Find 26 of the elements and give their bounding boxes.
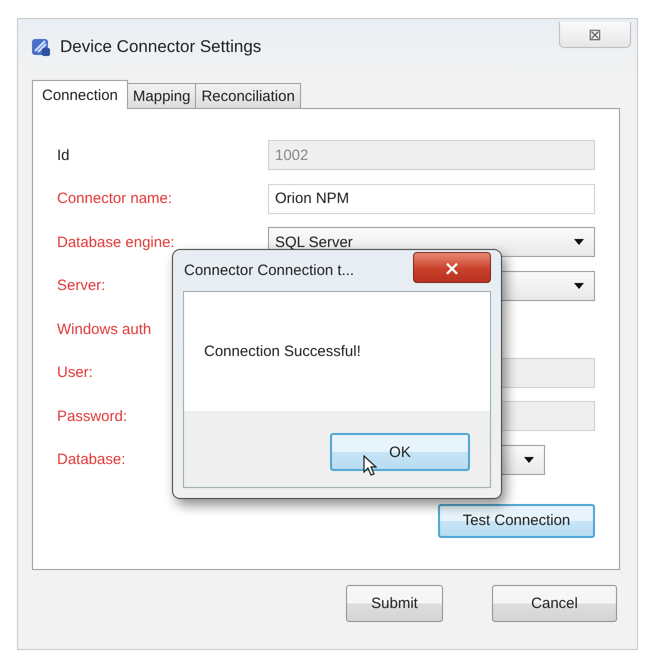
field-label: User: — [57, 364, 93, 381]
close-button[interactable]: ⊠ — [559, 22, 631, 48]
dialog-button[interactable]: Cancel — [492, 585, 617, 622]
dropdown-arrow-icon — [574, 282, 584, 288]
tab[interactable]: Mapping — [126, 83, 196, 108]
field-label: Windows auth — [57, 320, 152, 338]
window-title: Device Connector Settings — [60, 37, 262, 57]
field-label: Connector name: — [57, 190, 172, 207]
field-label: Id — [57, 146, 70, 164]
ok-button[interactable]: OK — [330, 433, 470, 471]
dialog-button[interactable]: Submit — [346, 585, 443, 622]
tab[interactable]: Connection — [32, 80, 128, 109]
dropdown-arrow-icon — [574, 239, 584, 245]
test-connection-button[interactable]: Test Connection — [438, 504, 595, 538]
dropdown-arrow-icon — [524, 456, 534, 462]
input-field[interactable]: Orion NPM — [268, 184, 595, 214]
field-label: Database engine: — [57, 234, 175, 250]
app-icon — [30, 36, 52, 58]
mouse-cursor-icon — [363, 455, 377, 477]
field-label: Server: — [57, 277, 106, 294]
field-label: Password: — [57, 408, 128, 424]
field-label: Database: — [57, 451, 126, 468]
close-button[interactable]: × — [413, 252, 491, 283]
message-text: Connection Successful! — [204, 343, 361, 360]
dialog-title: Connector Connection t... — [183, 262, 354, 279]
tab[interactable]: Reconciliation — [195, 83, 301, 108]
